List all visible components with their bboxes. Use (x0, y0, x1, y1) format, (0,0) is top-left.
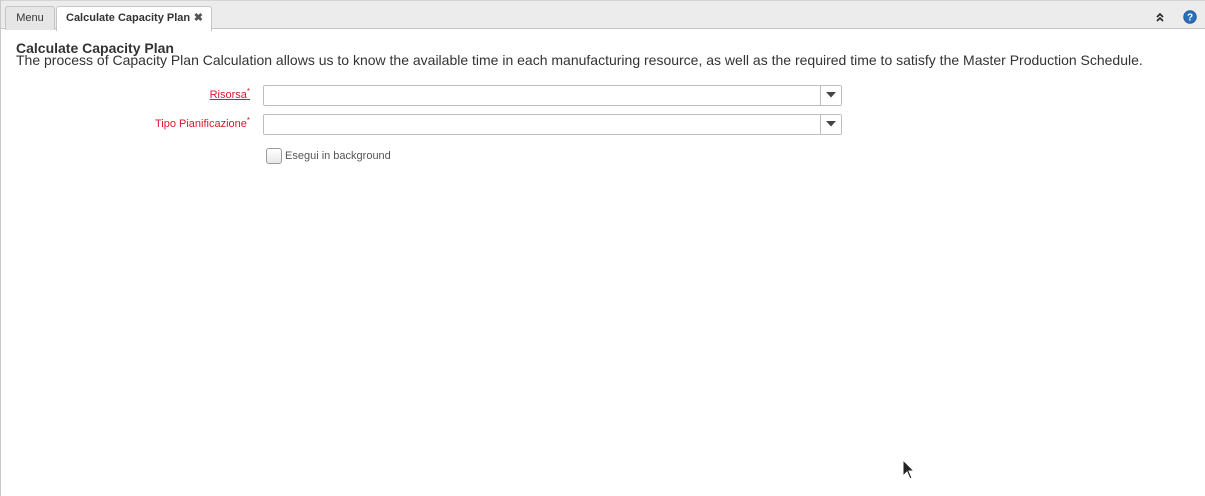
risorsa-dropdown-button[interactable] (820, 86, 841, 105)
tipo-pianificazione-input[interactable] (264, 115, 821, 134)
mouse-cursor-icon (902, 458, 916, 481)
double-chevron-up-icon[interactable] (1153, 10, 1167, 24)
chevron-down-icon (826, 121, 836, 127)
tipo-pianificazione-combobox[interactable] (263, 114, 842, 135)
close-icon[interactable]: ✖ (194, 7, 203, 29)
risorsa-combobox[interactable] (263, 85, 842, 106)
risorsa-input[interactable] (264, 86, 821, 105)
process-window: Menu Calculate Capacity Plan ✖ ? Calcula… (0, 0, 1205, 496)
chevron-down-icon (826, 92, 836, 98)
help-circle-icon[interactable]: ? (1183, 10, 1197, 24)
tipo-pianificazione-dropdown-button[interactable] (820, 115, 841, 134)
page-description: The process of Capacity Plan Calculation… (16, 52, 1143, 68)
tipo-pianificazione-label: Tipo Pianificazione* (154, 116, 250, 130)
tab-calculate-capacity-plan[interactable]: Calculate Capacity Plan ✖ (56, 6, 212, 31)
tab-label: Calculate Capacity Plan (66, 12, 191, 24)
tipo-pianificazione-label-text: Tipo Pianificazione (154, 118, 247, 130)
risorsa-label[interactable]: Risorsa* (209, 87, 250, 101)
tab-bar: Menu Calculate Capacity Plan ✖ ? (1, 0, 1205, 31)
required-marker: * (246, 116, 250, 125)
required-marker: * (246, 87, 250, 96)
background-checkbox[interactable] (266, 148, 282, 164)
tab-menu[interactable]: Menu (5, 6, 55, 30)
risorsa-label-text: Risorsa (209, 89, 247, 101)
svg-text:?: ? (1187, 13, 1193, 24)
background-checkbox-label[interactable]: Esegui in background (285, 150, 391, 162)
